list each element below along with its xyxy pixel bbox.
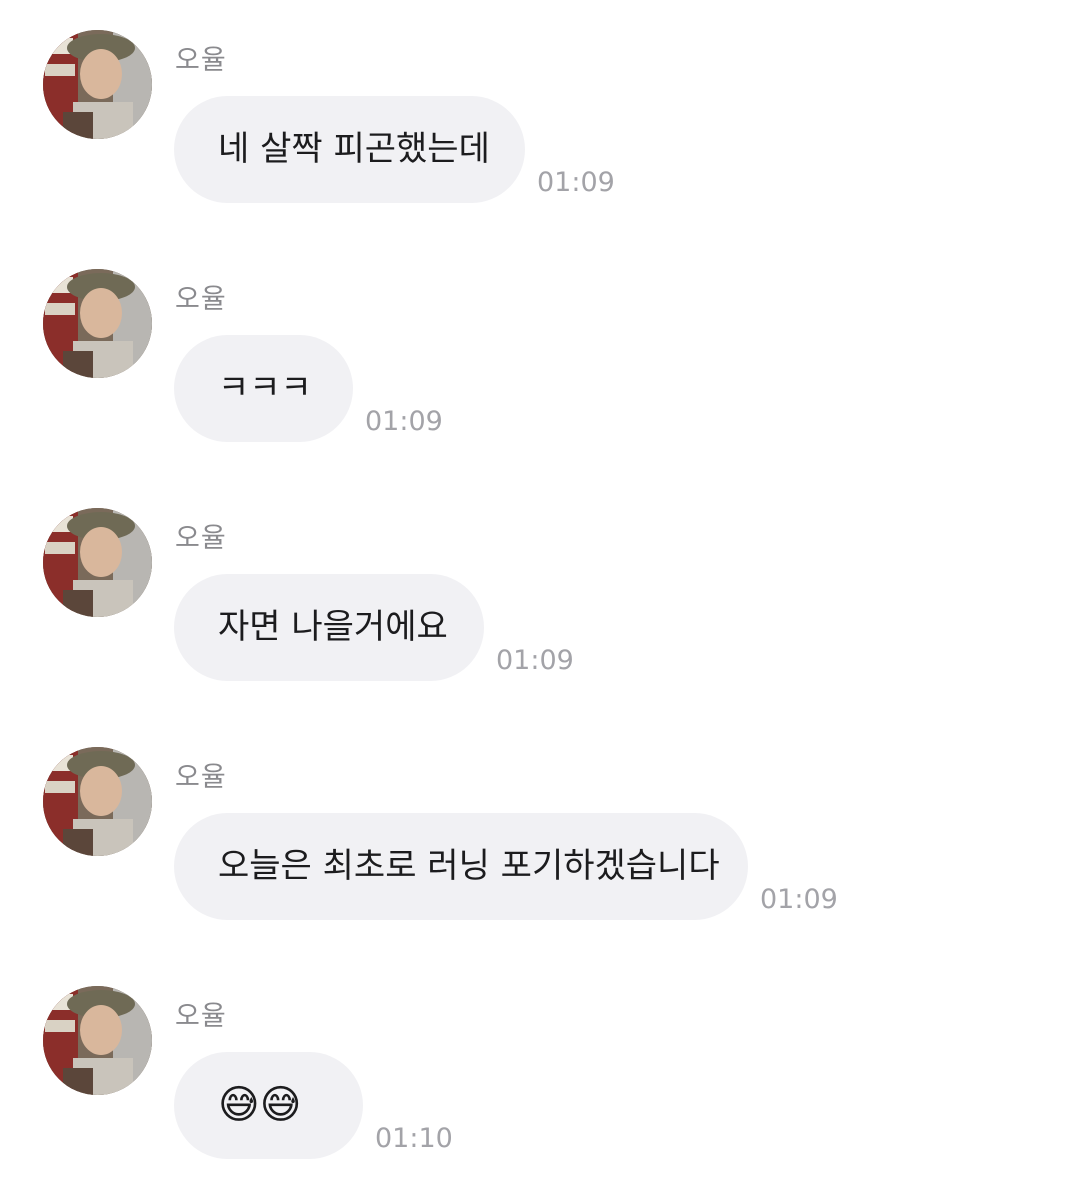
message-timestamp: 01:09 — [760, 884, 838, 915]
message-bubble[interactable]: 네 살짝 피곤했는데 — [174, 96, 525, 203]
message-bubble[interactable]: ㅋㅋㅋ — [174, 335, 353, 442]
message-row: 오율 오늘은 최초로 러닝 포기하겠습니다 01:09 — [0, 717, 1091, 920]
avatar[interactable] — [43, 986, 152, 1095]
avatar[interactable] — [43, 30, 152, 139]
message-bubble[interactable]: 자면 나을거에요 — [174, 574, 484, 681]
message-bubble[interactable]: 😅😅 — [174, 1052, 363, 1159]
sender-name: 오율 — [175, 523, 227, 554]
avatar[interactable] — [43, 269, 152, 378]
avatar[interactable] — [43, 747, 152, 856]
message-row: 오율 네 살짝 피곤했는데 01:09 — [0, 0, 1091, 203]
sender-name: 오율 — [175, 45, 227, 76]
avatar[interactable] — [43, 508, 152, 617]
message-row: 오율 ㅋㅋㅋ 01:09 — [0, 239, 1091, 442]
message-row: 오율 😅😅 01:10 — [0, 956, 1091, 1159]
message-timestamp: 01:09 — [537, 167, 615, 198]
sender-name: 오율 — [175, 284, 227, 315]
message-row: 오율 자면 나을거에요 01:09 — [0, 478, 1091, 681]
message-timestamp: 01:09 — [365, 406, 443, 437]
message-timestamp: 01:09 — [496, 645, 574, 676]
sender-name: 오율 — [175, 762, 227, 793]
message-bubble[interactable]: 오늘은 최초로 러닝 포기하겠습니다 — [174, 813, 748, 920]
message-timestamp: 01:10 — [375, 1123, 453, 1154]
sender-name: 오율 — [175, 1001, 227, 1032]
